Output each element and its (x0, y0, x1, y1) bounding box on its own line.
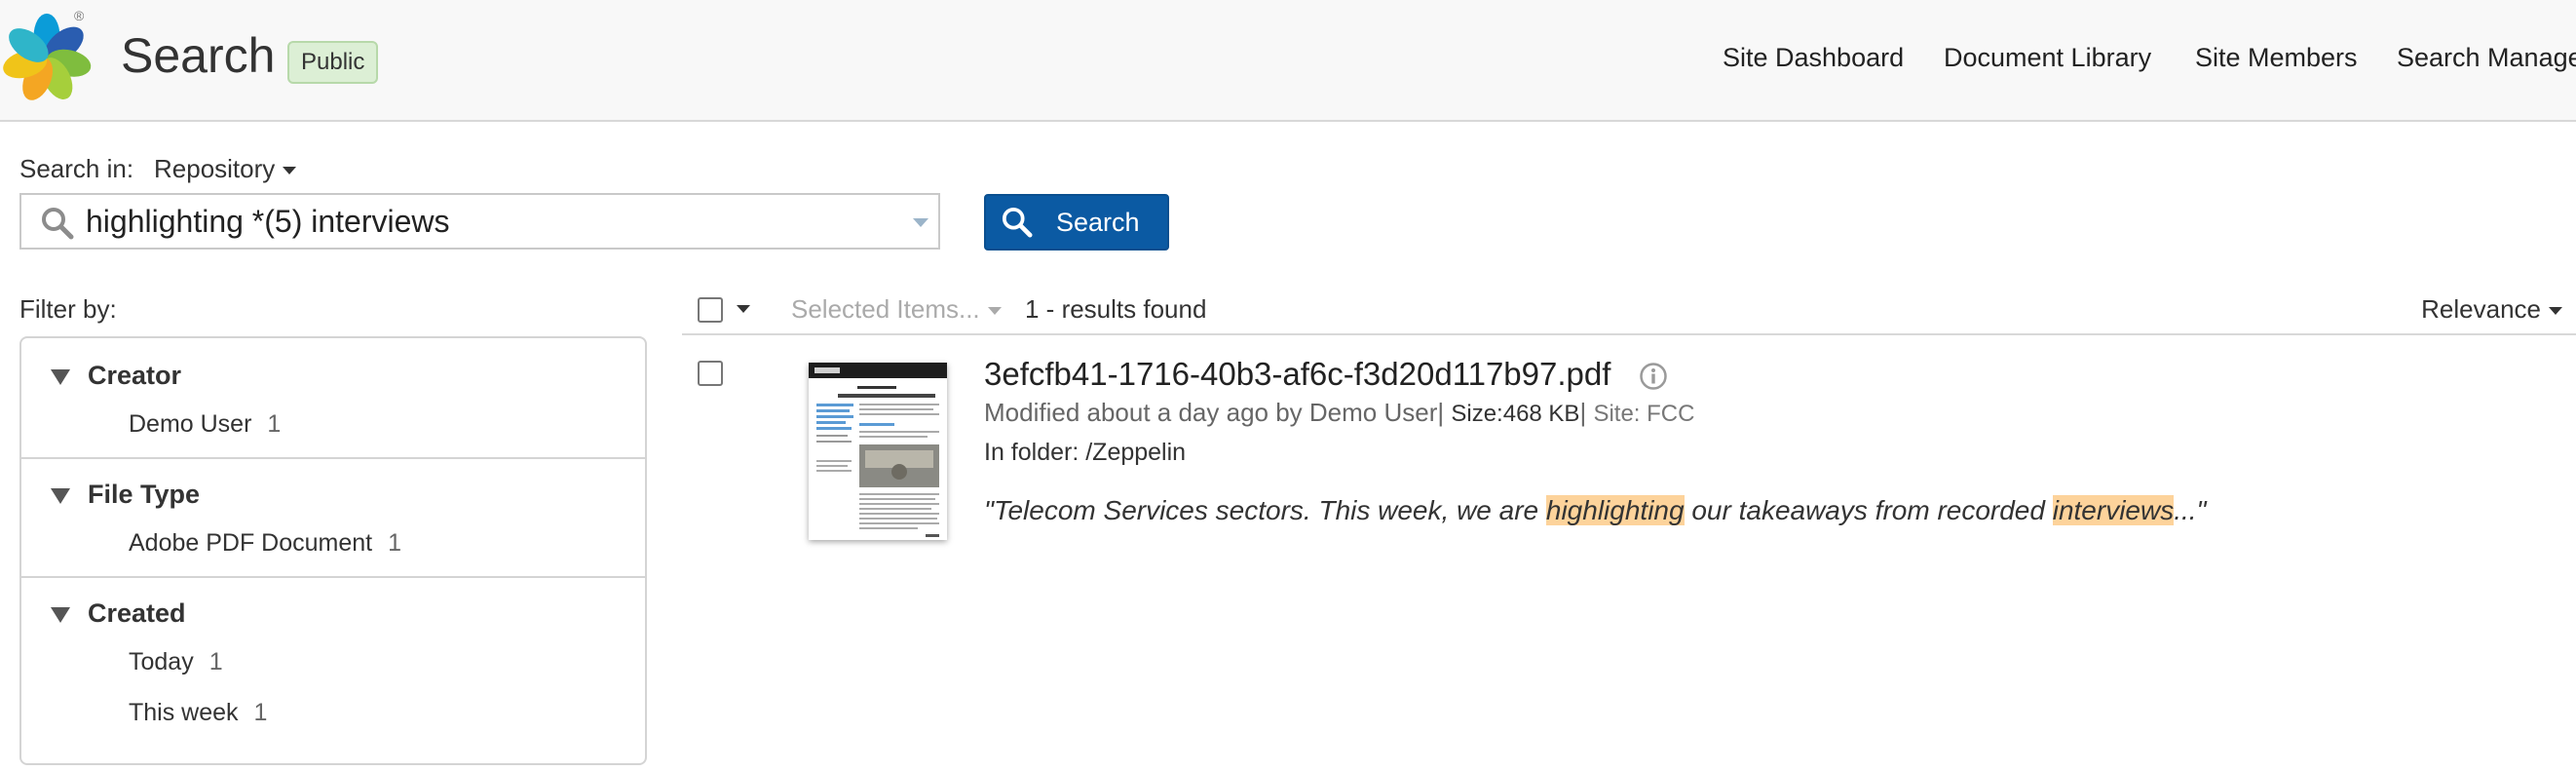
triangle-down-icon (51, 368, 70, 385)
chevron-down-icon (987, 307, 1002, 316)
search-input[interactable] (86, 201, 885, 242)
result-checkbox[interactable] (698, 361, 723, 386)
nav-document-library[interactable]: Document Library (1944, 43, 2151, 73)
result-title-link[interactable]: 3efcfb41-1716-40b3-af6c-f3d20d117b97.pdf (984, 356, 1610, 393)
results-count: 1 - results found (1025, 294, 1207, 324)
facet-title: Creator (88, 361, 182, 390)
nav-site-members[interactable]: Site Members (2195, 43, 2358, 73)
search-button-label: Search (1056, 208, 1140, 237)
filter-by-label: Filter by: (19, 294, 117, 324)
facet-title: File Type (88, 480, 201, 509)
selected-items-label: Selected Items... (791, 294, 980, 324)
facet-item-label: Adobe PDF Document (129, 529, 373, 557)
search-button[interactable]: Search (984, 194, 1169, 251)
page-title: Search (121, 28, 276, 83)
facet-item-count: 1 (388, 529, 402, 557)
facet-item-demo-user[interactable]: Demo User 1 (129, 410, 281, 439)
facet-header-file-type[interactable]: File Type (51, 480, 200, 510)
facet-title: Created (88, 598, 186, 628)
chevron-down-icon[interactable] (737, 305, 750, 313)
triangle-down-icon (51, 487, 70, 504)
facet-item-count: 1 (253, 699, 268, 726)
result-site: Site: FCC (1593, 401, 1695, 427)
nav-search-manager[interactable]: Search Manage (2397, 43, 2576, 73)
snippet-highlight: interviews (2052, 495, 2175, 525)
document-thumbnail[interactable] (809, 363, 947, 540)
search-scope-dropdown[interactable]: Repository (154, 154, 297, 184)
search-in-label: Search in: (19, 154, 134, 183)
site-visibility-badge: Public (287, 41, 379, 84)
search-icon (42, 208, 74, 240)
facet-item-label: This week (129, 699, 239, 726)
sort-value: Relevance (2421, 294, 2541, 324)
facet-file-type: File Type Adobe PDF Document 1 (21, 457, 645, 578)
sort-dropdown[interactable]: Relevance (2421, 294, 2562, 325)
search-history-dropdown-icon[interactable] (913, 218, 928, 227)
result-modified: Modified about a day ago by Demo User (984, 398, 1438, 427)
snippet-text: our takeaways from recorded (1684, 495, 2053, 525)
facet-header-created[interactable]: Created (51, 598, 186, 629)
registered-mark: ® (74, 8, 85, 23)
snippet-text: "Telecom Services sectors. This week, we… (984, 495, 1546, 525)
facet-created: Created Today 1 This week 1 (21, 576, 645, 771)
search-box (19, 193, 940, 250)
selected-items-menu[interactable]: Selected Items... (791, 294, 1002, 325)
select-all-checkbox[interactable] (698, 297, 723, 323)
meta-separator: | (1579, 398, 1594, 427)
meta-separator: | (1437, 398, 1452, 427)
result-size: Size:468 KB (1451, 401, 1580, 427)
search-scope-value: Repository (154, 154, 276, 183)
facet-item-label: Demo User (129, 410, 252, 438)
nav-site-dashboard[interactable]: Site Dashboard (1723, 43, 1904, 73)
result-metadata: Modified about a day ago by Demo User| S… (984, 398, 1694, 428)
facet-item-adobe-pdf[interactable]: Adobe PDF Document 1 (129, 529, 401, 558)
toolbar-divider (682, 333, 2576, 335)
chevron-down-icon (2549, 307, 2562, 316)
facet-creator: Creator Demo User 1 (21, 338, 645, 459)
facet-header-creator[interactable]: Creator (51, 361, 181, 391)
result-snippet: "Telecom Services sectors. This week, we… (984, 495, 2207, 526)
alfresco-logo-icon[interactable] (0, 10, 94, 107)
result-folder: In folder: /Zeppelin (984, 439, 1187, 466)
chevron-down-icon (283, 167, 297, 175)
facet-item-count: 1 (208, 648, 223, 675)
app-header: ® Search Public Site Dashboard Document … (0, 0, 2576, 122)
facet-item-this-week[interactable]: This week 1 (129, 699, 267, 727)
facet-item-label: Today (129, 648, 194, 675)
pdf-preview-image (809, 363, 947, 537)
info-icon[interactable] (1639, 362, 1668, 391)
snippet-highlight: highlighting (1545, 495, 1685, 525)
search-icon (1002, 207, 1033, 238)
triangle-down-icon (51, 606, 70, 623)
facet-item-count: 1 (267, 410, 282, 438)
filter-panel: Creator Demo User 1 File Type Adobe PDF D… (19, 336, 647, 765)
snippet-text: ..." (2174, 495, 2207, 525)
facet-item-today[interactable]: Today 1 (129, 648, 223, 676)
